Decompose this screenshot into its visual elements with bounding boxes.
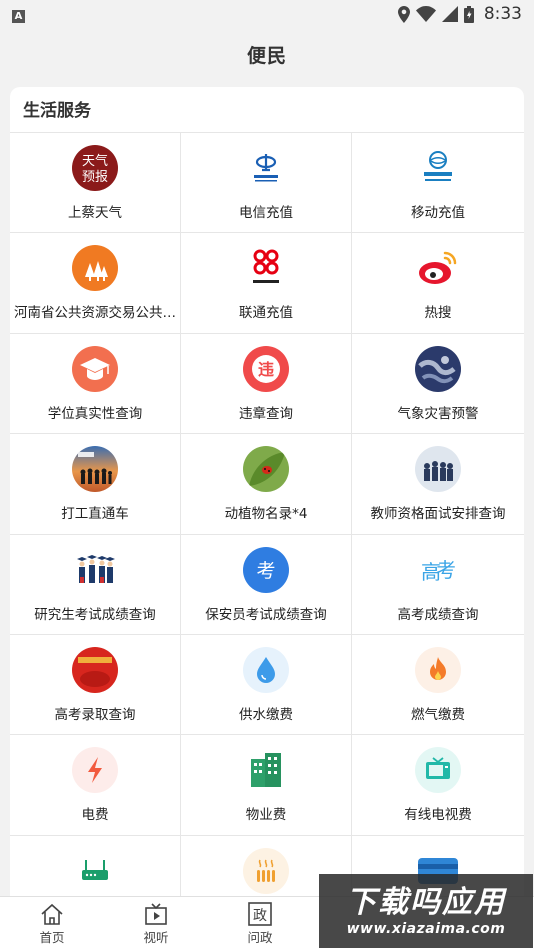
china-unicom-icon bbox=[243, 245, 289, 292]
service-weather-disaster-warning[interactable]: 气象灾害预警 bbox=[352, 334, 524, 435]
svg-text:天气: 天气 bbox=[82, 153, 108, 169]
signal-icon bbox=[441, 6, 458, 22]
ladybug-leaf-icon bbox=[243, 446, 289, 493]
satellite-weather-icon bbox=[415, 345, 461, 392]
workers-group-icon bbox=[72, 446, 118, 493]
services-grid: 天气 预报 上蔡天气 电信充值 移动充值 河南省公共资源交易公共… 联通充值 热… bbox=[10, 133, 524, 907]
battery-icon bbox=[463, 5, 474, 23]
service-traffic-violation[interactable]: 违 违章查询 bbox=[181, 333, 352, 435]
watermark: 下载吗应用 www.xiazaima.com bbox=[319, 874, 533, 948]
admission-banner-icon bbox=[72, 646, 118, 693]
wifi-icon bbox=[415, 6, 436, 22]
life-services-card: 生活服务 天气 预报 上蔡天气 电信充值 移动充值 河南省公共资源交易公共… 联… bbox=[10, 87, 524, 907]
service-graduate-exam-scores[interactable]: 研究生考试成绩查询 bbox=[10, 534, 181, 635]
service-telecom-recharge[interactable]: 电信充值 bbox=[181, 133, 352, 234]
page-header: 便民 bbox=[0, 28, 534, 80]
weather-forecast-icon: 天气 预报 bbox=[72, 145, 118, 191]
service-water-payment[interactable]: 供水缴费 bbox=[181, 634, 352, 736]
service-electricity-payment[interactable]: 电费 bbox=[10, 735, 181, 836]
service-security-guard-exam[interactable]: 考 保安员考试成绩查询 bbox=[181, 534, 352, 635]
service-cable-tv-fee[interactable]: 有线电视费 bbox=[352, 735, 524, 836]
service-henan-public-resources[interactable]: 河南省公共资源交易公共… bbox=[10, 233, 181, 334]
buildings-icon bbox=[243, 747, 289, 794]
china-telecom-icon bbox=[243, 145, 289, 191]
service-gaokao-admission[interactable]: 高考录取查询 bbox=[10, 634, 181, 736]
location-icon bbox=[397, 5, 410, 23]
service-weather[interactable]: 天气 预报 上蔡天气 bbox=[10, 133, 181, 234]
graduation-cap-icon bbox=[72, 345, 118, 392]
gov-icon: 政 bbox=[248, 901, 272, 926]
nav-gov[interactable]: 政 问政 bbox=[208, 897, 312, 950]
teachers-group-icon bbox=[415, 446, 461, 493]
router-icon bbox=[72, 847, 118, 894]
watermark-url: www.xiazaima.com bbox=[346, 921, 506, 937]
traffic-violation-icon: 违 bbox=[243, 345, 289, 392]
svg-text:政: 政 bbox=[253, 908, 267, 924]
service-teacher-interview[interactable]: 教师资格面试安排查询 bbox=[352, 434, 524, 535]
status-time: 8:33 bbox=[483, 4, 522, 24]
exam-icon: 考 bbox=[243, 546, 289, 593]
service-gas-payment[interactable]: 燃气缴费 bbox=[352, 635, 524, 736]
nav-home[interactable]: 首页 bbox=[0, 897, 104, 950]
service-gaokao-scores[interactable]: 高考 高考成绩查询 bbox=[352, 535, 524, 635]
trees-icon bbox=[72, 245, 118, 292]
section-title: 生活服务 bbox=[10, 87, 524, 133]
service-unicom-recharge[interactable]: 联通充值 bbox=[181, 233, 352, 334]
notification-app-icon: A bbox=[12, 10, 25, 23]
svg-text:预报: 预报 bbox=[82, 170, 108, 185]
gaokao-text-icon: 高考 bbox=[415, 546, 461, 593]
svg-text:违: 违 bbox=[258, 360, 274, 379]
tv-icon bbox=[415, 747, 461, 794]
service-mobile-recharge[interactable]: 移动充值 bbox=[352, 133, 524, 234]
home-icon bbox=[41, 903, 63, 925]
service-degree-verification[interactable]: 学位真实性查询 bbox=[10, 333, 181, 435]
china-mobile-icon bbox=[415, 145, 461, 191]
service-hot-search[interactable]: 热搜 bbox=[352, 233, 524, 334]
service-flora-fauna[interactable]: 动植物名录*4 bbox=[181, 434, 352, 535]
flame-icon bbox=[415, 646, 461, 693]
status-bar: A 8:33 bbox=[0, 0, 534, 28]
heating-icon bbox=[243, 847, 289, 894]
svg-text:考: 考 bbox=[256, 560, 275, 582]
water-drop-icon bbox=[243, 646, 289, 693]
lightning-icon bbox=[72, 747, 118, 794]
service-worker-express[interactable]: 打工直通车 bbox=[10, 434, 181, 535]
graduates-group-icon bbox=[72, 546, 118, 593]
nav-video[interactable]: 视听 bbox=[104, 897, 208, 950]
page-title: 便民 bbox=[246, 44, 287, 67]
weibo-icon bbox=[415, 245, 461, 292]
service-property-fee[interactable]: 物业费 bbox=[181, 735, 352, 836]
watermark-logo: 下载吗应用 bbox=[346, 885, 506, 920]
svg-text:考: 考 bbox=[436, 558, 456, 582]
video-icon bbox=[145, 902, 167, 925]
